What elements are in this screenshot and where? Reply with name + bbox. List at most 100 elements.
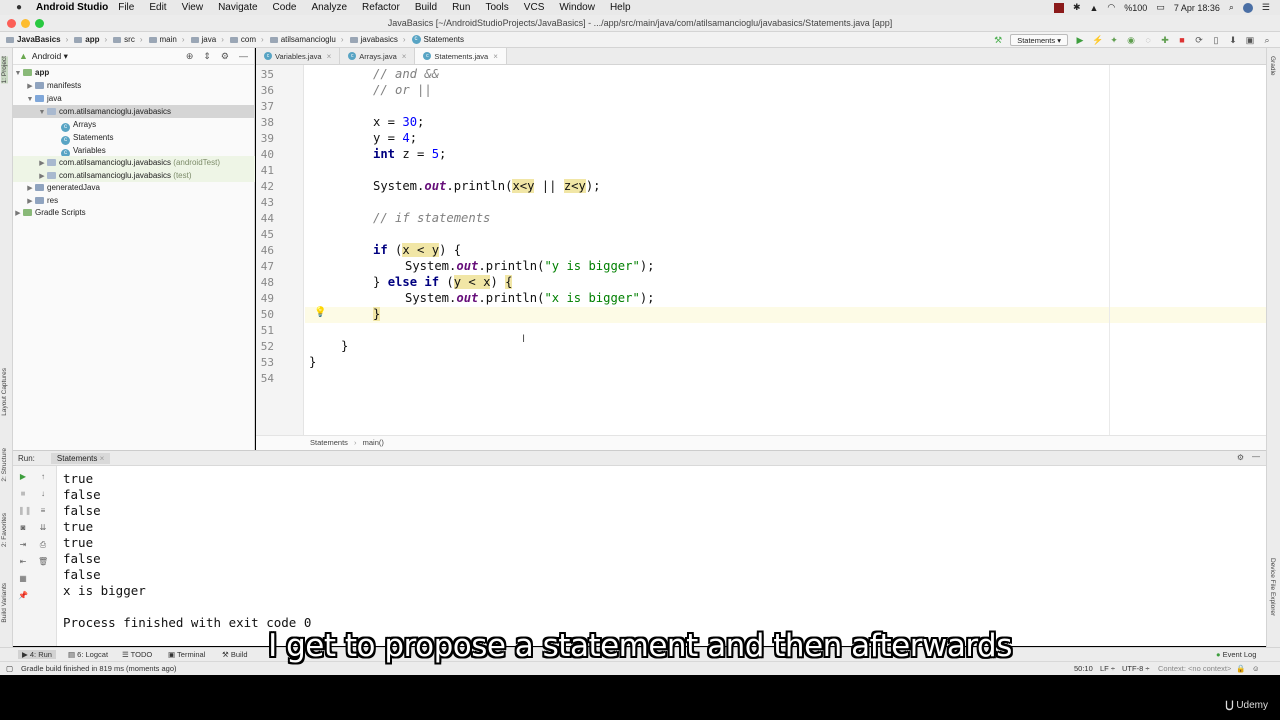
zoom-window-button[interactable] [35,19,44,28]
record-icon[interactable] [1053,2,1064,13]
close-icon[interactable]: × [100,454,105,463]
breadcrumb-java[interactable]: java [190,35,216,44]
scroll-down-icon[interactable]: ↓ [38,489,48,499]
notification-center-icon[interactable]: ☰ [1262,2,1270,13]
breadcrumb-javabasics[interactable]: javabasics [349,35,398,44]
tab-statements[interactable]: c Statements.java × [415,48,507,64]
attach-debugger-icon[interactable]: ✚ [1160,35,1170,45]
apple-icon[interactable]: ● [12,2,26,13]
close-icon[interactable]: × [402,52,407,61]
console-output[interactable]: true false false true true false false x… [57,466,1266,646]
tree-item-package[interactable]: ▼ com.atilsamancioglu.javabasics [13,105,255,118]
user-icon[interactable] [1242,2,1253,13]
print-icon[interactable]: ⎙ [38,540,48,550]
run-icon[interactable]: ▶ [1075,35,1085,45]
battery-icon[interactable]: ▭ [1156,2,1165,13]
hide-icon[interactable]: — [239,51,248,62]
close-window-button[interactable] [7,19,16,28]
stop-icon[interactable]: ■ [1177,35,1187,45]
exit-icon[interactable]: ⇤ [18,557,28,567]
app-menu[interactable]: Android Studio [36,2,108,13]
menu-tools[interactable]: Tools [485,2,508,13]
pin-icon[interactable]: 📌 [18,591,28,601]
scroll-up-icon[interactable]: ↑ [38,472,48,482]
tool-layout-captures[interactable]: Layout Captures [1,368,8,416]
menu-analyze[interactable]: Analyze [311,2,347,13]
breadcrumb-class[interactable]: Statements [310,438,348,447]
menu-build[interactable]: Build [415,2,437,13]
menu-edit[interactable]: Edit [149,2,166,13]
close-icon[interactable]: × [493,52,498,61]
tree-item-arrays[interactable]: c Arrays [13,118,255,132]
breadcrumb-project[interactable]: JavaBasics [6,35,61,44]
sdk-manager-icon[interactable]: ⬇ [1228,35,1238,45]
tool-device-file-explorer[interactable]: Device File Explorer [1269,558,1276,616]
tree-item-package-androidtest[interactable]: ▶ com.atilsamancioglu.javabasics (android… [13,156,255,169]
project-view-select[interactable]: Android ▾ [32,51,68,62]
soft-wrap-icon[interactable]: ≡ [38,506,48,516]
layout-icon[interactable]: ▦ [18,574,28,584]
locate-icon[interactable]: ⊕ [186,51,194,62]
search-everywhere-icon[interactable]: ⌕ [1262,35,1272,45]
apply-changes-icon[interactable]: ⚡ [1092,35,1103,45]
tool-project[interactable]: 1: Project [1,56,8,84]
collapse-icon[interactable]: ⇕ [203,51,211,62]
trash-icon[interactable]: 🗑 [38,557,48,567]
code-editor[interactable]: 35 36 37 38 39 40 41 42 43 44 45 46 47 4… [256,65,1266,435]
gear-icon[interactable]: ⚙ [221,51,229,62]
wifi-icon[interactable]: ◠ [1107,2,1115,13]
sync-gradle-icon[interactable]: ⟳ [1194,35,1204,45]
breadcrumb-app[interactable]: app [74,35,100,44]
layout-inspector-icon[interactable]: ▣ [1245,35,1255,45]
menu-vcs[interactable]: VCS [524,2,545,13]
spotlight-icon[interactable]: ⌕ [1229,2,1234,13]
camera-icon[interactable]: ◙ [18,523,28,533]
tab-variables[interactable]: c Variables.java × [256,48,341,64]
chevron-right-icon[interactable]: ▶ [13,207,23,220]
menu-refactor[interactable]: Refactor [362,2,400,13]
coverage-icon[interactable]: ◌ [1143,35,1153,45]
close-icon[interactable]: × [327,52,332,61]
debug-icon[interactable]: ✦ [1109,35,1119,45]
rerun-icon[interactable]: ▶ [18,472,28,482]
run-configuration-select[interactable]: Statements ▾ [1010,34,1068,46]
profile-icon[interactable]: ◉ [1126,35,1136,45]
menu-navigate[interactable]: Navigate [218,2,257,13]
menu-view[interactable]: View [182,2,204,13]
tree-item-manifests[interactable]: ▶ manifests [13,79,255,92]
minimize-window-button[interactable] [21,19,30,28]
tree-item-gradle-scripts[interactable]: ▶ Gradle Scripts [13,206,255,219]
hide-icon[interactable]: — [1252,452,1260,461]
bluetooth-icon[interactable]: ✱ [1073,2,1081,13]
avd-manager-icon[interactable]: ▯ [1211,35,1221,45]
menu-window[interactable]: Window [559,2,595,13]
gear-icon[interactable]: ⚙ [1237,453,1244,462]
tree-item-app[interactable]: ▼ app [13,66,255,79]
breadcrumb-atilsamancioglu[interactable]: atilsamancioglu [269,35,336,44]
breadcrumb-src[interactable]: src [113,35,135,44]
tool-gradle[interactable]: Gradle [1269,56,1276,76]
scroll-to-end-icon[interactable]: ⇊ [38,523,48,533]
clock[interactable]: 7 Apr 18:36 [1174,3,1220,13]
tree-item-generatedjava[interactable]: ▶ generatedJava [13,181,255,194]
tab-arrays[interactable]: c Arrays.java × [340,48,416,64]
breadcrumb-com[interactable]: com [229,35,256,44]
menu-code[interactable]: Code [273,2,297,13]
menu-help[interactable]: Help [610,2,631,13]
hammer-icon[interactable]: ⚒ [993,35,1003,45]
restore-layout-icon[interactable]: ⇥ [18,540,28,550]
pause-icon[interactable]: ❚❚ [18,506,31,516]
tool-structure[interactable]: 2: Structure [1,448,8,482]
menu-run[interactable]: Run [452,2,470,13]
tree-item-java[interactable]: ▼ java [13,92,255,105]
stop-icon[interactable]: ■ [18,489,28,499]
breadcrumb-main[interactable]: main [148,35,177,44]
menu-file[interactable]: File [118,2,134,13]
lightbulb-icon[interactable]: 💡 [314,307,326,318]
battery-percent[interactable]: %100 [1124,3,1147,13]
tool-build-variants[interactable]: Build Variants [1,583,8,623]
tool-favorites[interactable]: 2: Favorites [1,513,8,547]
run-tab-statements[interactable]: Statements × [50,452,111,464]
upload-icon[interactable]: ▲ [1090,3,1099,13]
tree-item-statements[interactable]: c Statements [13,131,255,145]
